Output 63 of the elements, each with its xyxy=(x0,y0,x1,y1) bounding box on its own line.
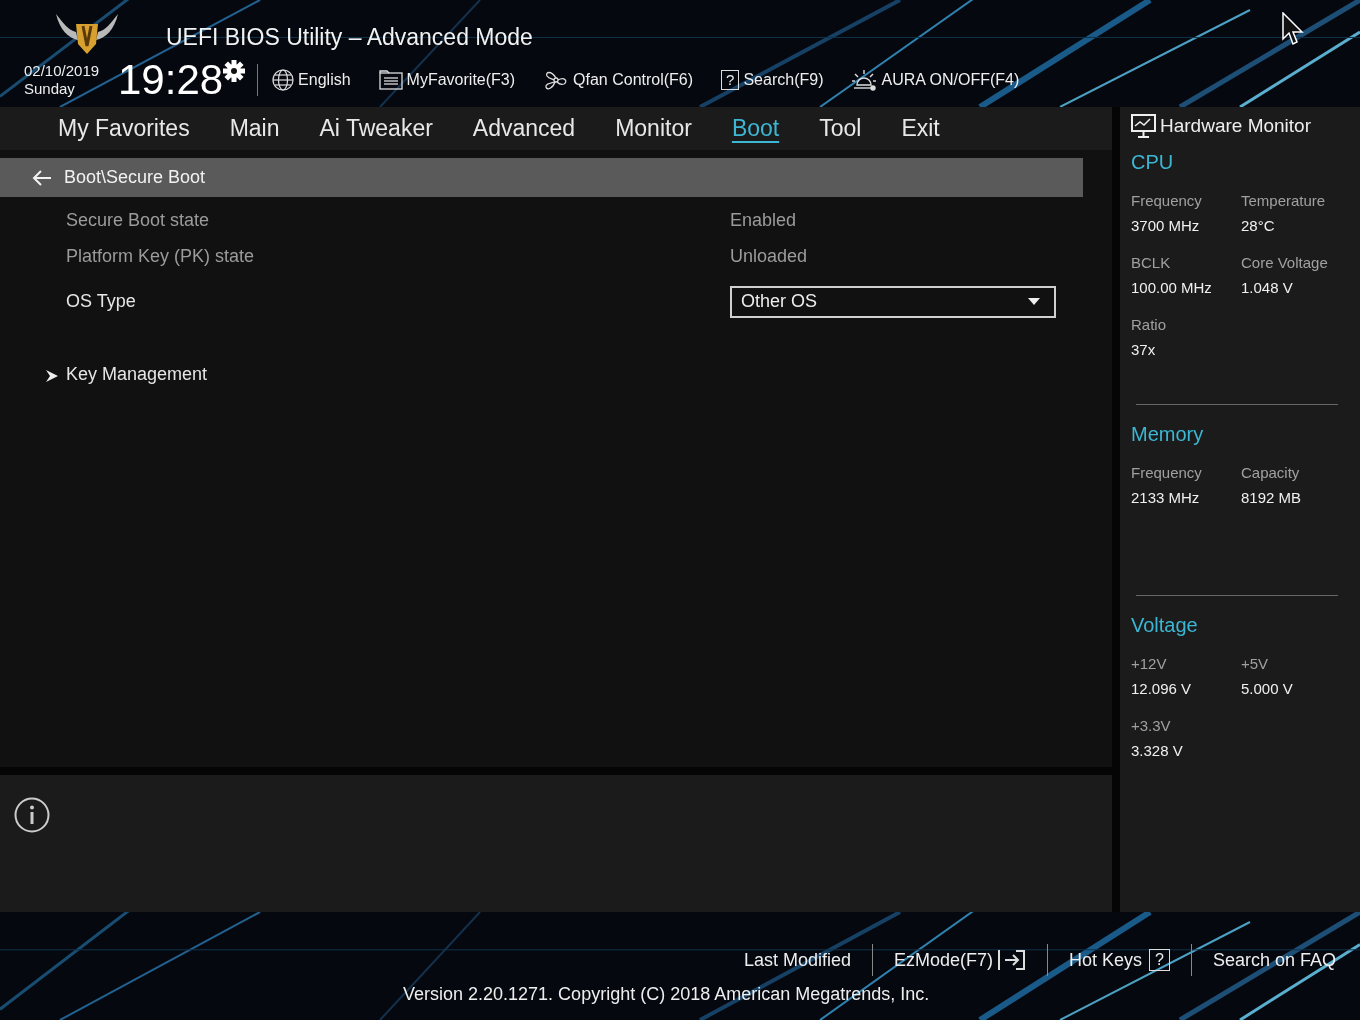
os-type-dropdown[interactable]: Other OS xyxy=(730,285,1056,318)
menu-tab[interactable]: Ai Tweaker xyxy=(307,111,445,146)
toolbar-button[interactable]: English xyxy=(272,69,351,91)
arrowhead-icon xyxy=(46,370,58,382)
back-arrow-icon[interactable] xyxy=(32,169,52,186)
submenu-link[interactable]: Key Management xyxy=(66,364,208,384)
metric-value: 3.328 V xyxy=(1131,742,1184,759)
setting-label: OS Type xyxy=(65,291,137,312)
metric-value: 12.096 V xyxy=(1131,680,1193,697)
toolbar-button[interactable]: MyFavorite(F3) xyxy=(378,70,516,90)
window-title: UEFI BIOS Utility – Advanced Mode xyxy=(166,22,533,51)
metric-value: 100.00 MHz xyxy=(1131,279,1213,296)
metric-label: Ratio xyxy=(1131,316,1168,333)
metric-label: BCLK xyxy=(1131,254,1172,271)
panel-title: Hardware Monitor xyxy=(1160,115,1311,137)
setting-value: Unloaded xyxy=(730,245,808,267)
globe-icon xyxy=(272,69,295,91)
metric-label: Frequency xyxy=(1131,464,1203,481)
setting-label: Secure Boot state xyxy=(65,209,211,231)
monitor-chart-icon xyxy=(1131,114,1156,138)
metric-value: 3700 MHz xyxy=(1131,217,1201,234)
footer-button[interactable]: Last Modified xyxy=(731,949,863,971)
list-folder-icon xyxy=(378,70,403,90)
toolbar-button[interactable]: ? Search(F9) xyxy=(721,70,824,90)
metric-label: +3.3V xyxy=(1131,717,1172,734)
breadcrumb-path: Boot\Secure Boot xyxy=(64,167,206,188)
setting-label: Platform Key (PK) state xyxy=(65,245,256,267)
date-text: 02/10/2019 xyxy=(24,62,101,80)
metric-value: 2133 MHz xyxy=(1131,489,1201,506)
section-title: Memory xyxy=(1131,423,1205,446)
metric-value: 28°C xyxy=(1241,217,1276,234)
metric-value: 5.000 V xyxy=(1241,680,1294,697)
footer-button[interactable]: Search on FAQ xyxy=(1200,949,1348,971)
menu-tab[interactable]: Monitor xyxy=(603,111,704,146)
metric-label: Temperature xyxy=(1241,192,1327,209)
day-text: Sunday xyxy=(24,80,76,98)
metric-label: +5V xyxy=(1241,655,1270,672)
toolbar-button[interactable]: AURA ON/OFF(F4) xyxy=(851,69,1020,91)
metric-value: 8192 MB xyxy=(1241,489,1303,506)
mouse-pointer-icon xyxy=(1282,12,1304,46)
exit-arrow-icon xyxy=(996,949,1026,971)
menu-tab[interactable]: Exit xyxy=(889,111,952,146)
menu-tab[interactable]: Tool xyxy=(807,111,874,146)
metric-value: 37x xyxy=(1131,341,1157,358)
metric-label: +12V xyxy=(1131,655,1168,672)
menu-tab[interactable]: Boot xyxy=(719,111,792,146)
setting-value: Enabled xyxy=(730,209,797,231)
menu-tab[interactable]: Main xyxy=(217,111,292,146)
lamp-icon xyxy=(851,69,878,91)
metric-label: Core Voltage xyxy=(1241,254,1329,271)
metric-value: 1.048 V xyxy=(1241,279,1294,296)
footer-button[interactable]: Hot Keys ? xyxy=(1057,949,1182,971)
menu-tab[interactable]: Advanced xyxy=(460,111,588,146)
info-icon xyxy=(14,797,50,833)
settings-icon[interactable] xyxy=(223,60,246,82)
section-title: CPU xyxy=(1131,151,1175,174)
metric-label: Frequency xyxy=(1131,192,1203,209)
toolbar-button[interactable]: Qfan Control(F6) xyxy=(543,68,694,92)
metric-label: Capacity xyxy=(1241,464,1301,481)
clock-time: 19:28 xyxy=(118,56,224,104)
section-title: Voltage xyxy=(1131,614,1199,637)
caret-icon xyxy=(1028,298,1040,305)
menu-tab[interactable]: My Favorites xyxy=(46,111,202,146)
